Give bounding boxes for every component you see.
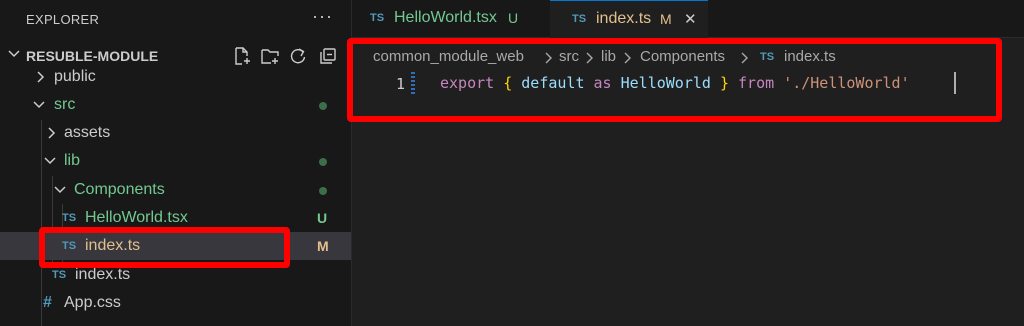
- untracked-badge: U: [508, 10, 519, 26]
- explorer-sidebar: EXPLORER ··· RESUBLE-MODULE public src a…: [0, 0, 352, 326]
- tree-item-label: assets: [64, 124, 111, 141]
- chevron-right-icon: [48, 127, 56, 139]
- tree-item-components[interactable]: Components: [0, 176, 351, 204]
- tree-item-label: src: [54, 96, 76, 113]
- tree-item-label: HelloWorld.tsx: [85, 209, 188, 226]
- tree-item-assets[interactable]: assets: [0, 119, 351, 147]
- css-icon: #: [43, 294, 52, 311]
- tab-label: index.ts: [596, 10, 652, 27]
- explorer-title: EXPLORER: [26, 12, 100, 27]
- chevron-down-icon: [54, 186, 66, 194]
- modified-badge: M: [317, 238, 329, 254]
- highlight-box-editor: [347, 38, 1002, 122]
- tab-helloworld-tsx[interactable]: TS HelloWorld.tsx U: [352, 0, 550, 38]
- chevron-down-icon: [44, 157, 56, 165]
- highlight-box-sidebar: [39, 227, 290, 268]
- modified-badge: M: [660, 11, 672, 27]
- tree-item-label: Components: [74, 181, 165, 198]
- tree-item-src[interactable]: src: [0, 91, 351, 119]
- chevron-right-icon: [37, 71, 45, 83]
- tree-item-public[interactable]: public: [0, 63, 351, 91]
- tree-item-lib[interactable]: lib: [0, 147, 351, 175]
- workspace-name: RESUBLE-MODULE: [26, 48, 159, 64]
- modified-dot: [319, 102, 327, 110]
- typescript-icon: TS: [52, 269, 67, 281]
- tree-item-label: public: [54, 68, 96, 85]
- chevron-down-icon: [33, 101, 45, 109]
- tab-index-ts[interactable]: TS index.ts M ✕: [550, 0, 708, 38]
- tree-item-label: index.ts: [75, 266, 131, 283]
- tab-label: HelloWorld.tsx: [394, 9, 497, 26]
- typescript-icon: TS: [370, 12, 385, 24]
- tree-item-app-css[interactable]: # App.css: [0, 289, 351, 317]
- untracked-badge: U: [317, 210, 328, 226]
- modified-dot: [319, 158, 327, 166]
- modified-dot: [319, 187, 327, 195]
- tree-item-label: lib: [64, 152, 81, 169]
- more-actions-icon[interactable]: ···: [312, 6, 333, 27]
- close-icon[interactable]: ✕: [684, 10, 697, 28]
- typescript-icon: TS: [62, 212, 77, 224]
- chevron-down-icon: [8, 50, 20, 58]
- tree-item-label: App.css: [64, 294, 121, 311]
- typescript-icon: TS: [572, 13, 587, 25]
- editor-tab-bar: TS HelloWorld.tsx U TS index.ts M ✕: [352, 0, 1024, 38]
